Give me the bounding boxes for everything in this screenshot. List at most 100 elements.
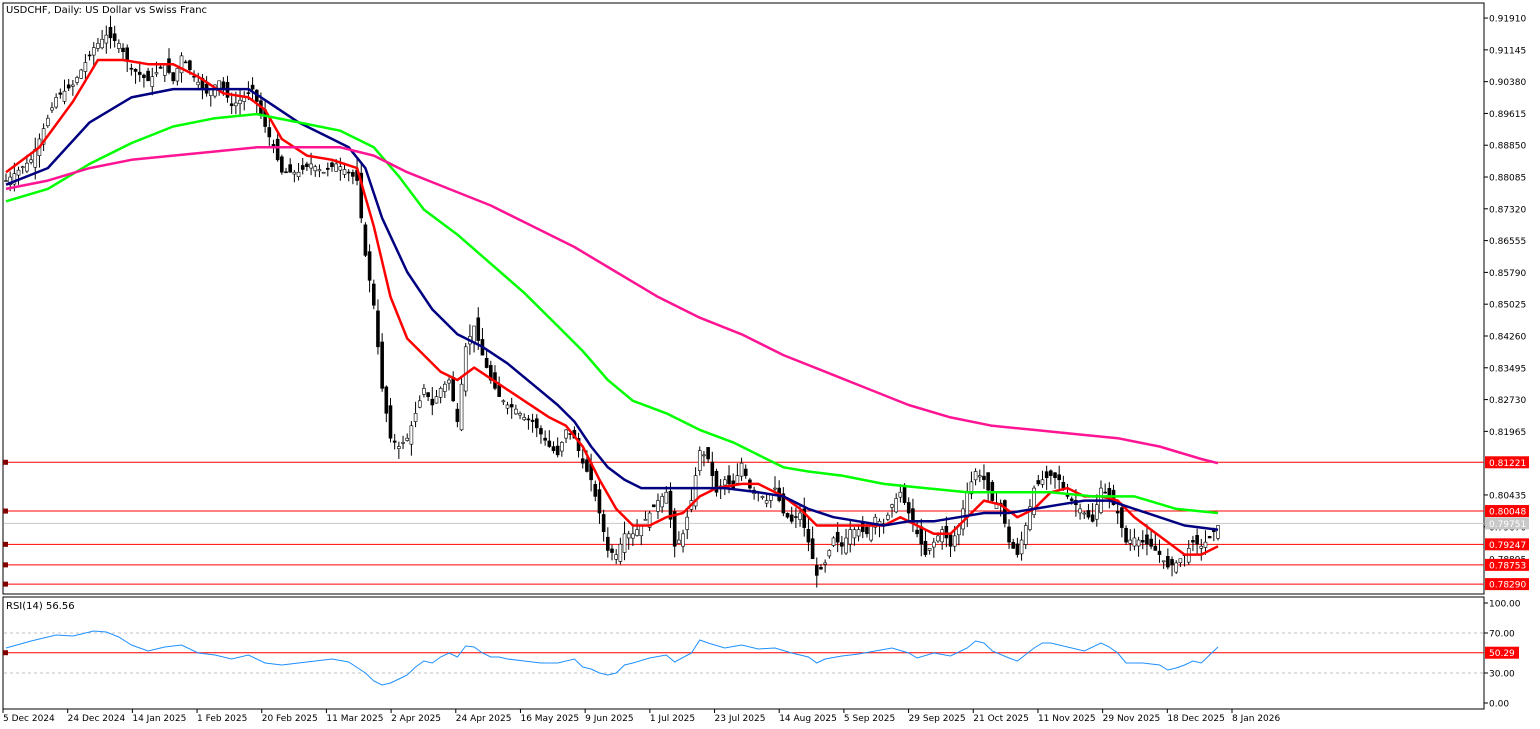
candle-body	[1128, 539, 1133, 544]
candle-body	[1019, 539, 1024, 555]
candle-body	[539, 428, 543, 435]
date-tick-label: 8 Jan 2026	[1232, 714, 1280, 724]
candle-body	[146, 70, 150, 82]
candle-body	[702, 454, 706, 457]
level-price-label: 0.79247	[1489, 541, 1526, 551]
price-tick-label: 0.80435	[1489, 491, 1526, 501]
candle-body	[167, 58, 171, 73]
candle-body	[894, 498, 898, 513]
candle-body	[1170, 559, 1174, 566]
candle-body	[597, 489, 602, 514]
date-tick-label: 5 Sep 2025	[844, 714, 895, 724]
candle-body	[923, 540, 928, 555]
candle-body	[497, 385, 501, 397]
candle-body	[137, 71, 142, 75]
candle-body	[530, 419, 535, 422]
candle-body	[284, 171, 288, 174]
candle-body	[334, 163, 338, 172]
current-price-label: 0.79751	[1489, 520, 1526, 530]
candle-body	[973, 471, 978, 481]
candle-body	[1191, 540, 1195, 543]
candle-body	[986, 472, 990, 491]
candle-body	[426, 392, 430, 397]
candle-body	[773, 487, 777, 490]
candle-body	[50, 107, 54, 111]
level-line-handle	[3, 508, 8, 514]
rsi-level-handle	[3, 650, 8, 656]
candle-body	[280, 156, 284, 173]
price-tick-label: 0.81965	[1489, 428, 1526, 438]
candle-body	[1153, 545, 1158, 551]
candle-body	[66, 84, 71, 89]
candle-body	[376, 310, 380, 348]
candle-body	[267, 127, 272, 138]
candle-body	[417, 400, 422, 408]
level-price-label: 0.78753	[1489, 561, 1526, 571]
candle-body	[869, 525, 873, 541]
candle-body	[305, 163, 309, 167]
candle-body	[606, 536, 610, 551]
candle-body	[1049, 470, 1053, 476]
rsi-level-label: 50.29	[1489, 649, 1515, 659]
candle-body	[275, 138, 280, 161]
candle-body	[965, 491, 970, 516]
level-price-label: 0.78290	[1489, 581, 1526, 591]
candle-body	[902, 484, 907, 503]
candle-body	[1015, 543, 1020, 555]
candle-body	[1040, 479, 1045, 485]
candle-body	[1203, 541, 1208, 548]
candle-body	[1036, 480, 1041, 485]
candle-body	[472, 325, 476, 343]
candle-body	[810, 538, 815, 560]
candle-body	[75, 77, 79, 83]
date-tick-label: 29 Sep 2025	[909, 714, 966, 724]
candle-body	[246, 92, 251, 94]
candle-body	[831, 537, 836, 546]
candle-body	[936, 535, 940, 542]
candle-body	[543, 437, 547, 441]
candle-body	[83, 62, 88, 72]
candle-body	[664, 491, 669, 504]
candle-body	[697, 450, 702, 471]
candle-body	[351, 172, 355, 177]
candle-body	[112, 33, 117, 41]
candle-body	[514, 408, 518, 415]
candle-body	[685, 516, 690, 530]
candle-body	[1120, 507, 1124, 528]
candle-body	[397, 446, 401, 449]
candle-body	[635, 529, 639, 536]
candle-body	[338, 166, 343, 171]
candle-body	[643, 518, 648, 521]
candle-body	[886, 514, 890, 520]
candle-body	[1195, 535, 1199, 545]
candle-body	[555, 445, 560, 456]
candle-body	[384, 386, 389, 414]
level-line-handle	[3, 581, 8, 587]
candle-body	[518, 412, 522, 416]
candle-body	[952, 535, 957, 547]
date-tick-label: 29 Nov 2025	[1103, 714, 1161, 724]
candle-body	[133, 69, 138, 72]
candle-body	[409, 425, 414, 445]
candle-body	[601, 514, 606, 533]
price-tick-label: 0.85790	[1489, 269, 1526, 279]
candle-body	[1149, 538, 1153, 547]
date-tick-label: 21 Oct 2025	[973, 714, 1029, 724]
candle-body	[789, 514, 794, 522]
candle-body	[1207, 536, 1212, 539]
date-tick-label: 23 Jul 2025	[715, 714, 766, 724]
candle-body	[300, 165, 305, 170]
candle-body	[363, 224, 368, 256]
candle-body	[476, 317, 481, 341]
candle-body	[309, 163, 313, 169]
price-tick-label: 0.87320	[1489, 205, 1526, 215]
candle-body	[547, 440, 552, 447]
candle-body	[142, 74, 146, 78]
candle-body	[1053, 472, 1057, 479]
candle-body	[710, 461, 715, 476]
candle-body	[890, 504, 894, 508]
level-line-handle	[3, 459, 8, 465]
candle-body	[438, 388, 443, 398]
candle-body	[54, 97, 58, 108]
candle-body	[819, 567, 823, 570]
